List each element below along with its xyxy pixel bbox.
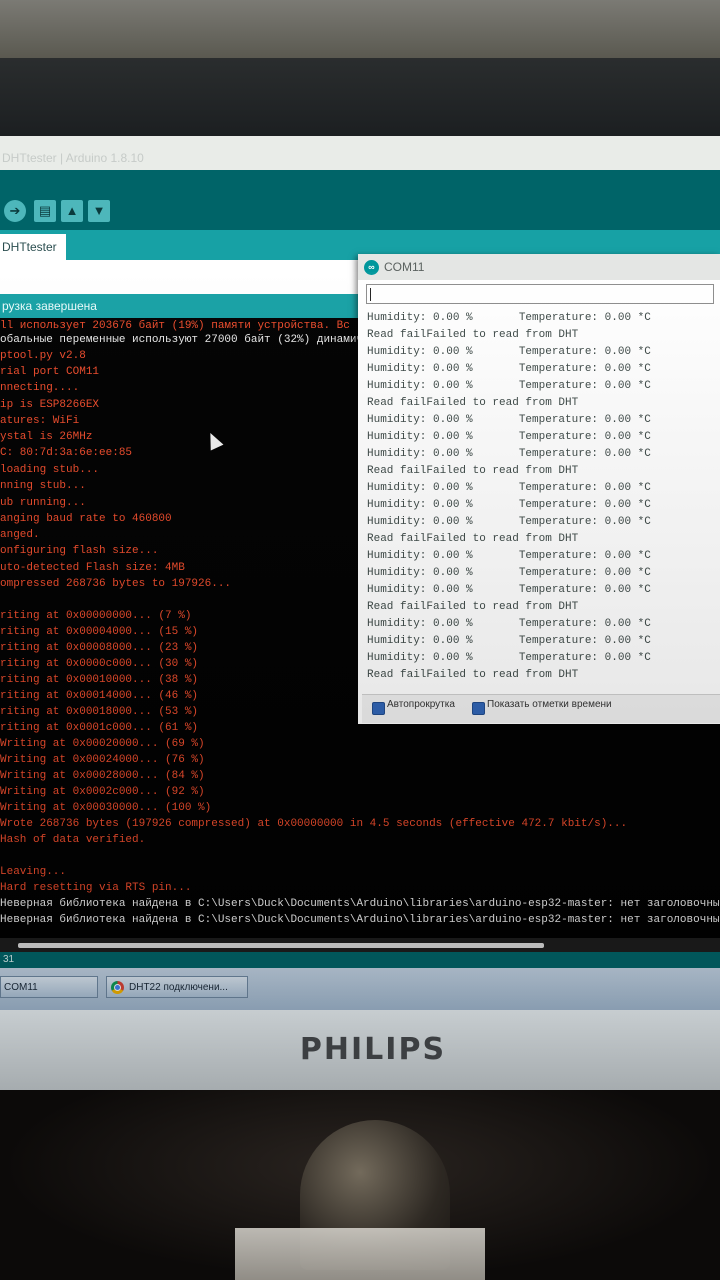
serial-line: Read failFailed to read from DHT [367,329,579,341]
console-line: ompressed 268736 bytes to 197926... [0,578,232,590]
serial-line: Humidity: 0.00 % Temperature: 0.00 *C [367,618,651,630]
console-line: ub running... [0,497,86,509]
document-icon: ▤ [38,203,52,218]
console-line: Writing at 0x00028000... (84 %) [0,770,205,782]
console-line: Hash of data verified. [0,834,146,846]
console-line: nning stub... [0,480,86,492]
serial-line: Humidity: 0.00 % Temperature: 0.00 *C [367,567,651,579]
console-line: riting at 0x0000c000... (30 %) [0,658,199,670]
upload-button[interactable]: ➔ [4,200,26,222]
wall-background [0,0,720,60]
serial-line: Humidity: 0.00 % Temperature: 0.00 *C [367,346,651,358]
monitor-brand-logo: PHILIPS [299,1032,447,1067]
console-line: ip is ESP8266EX [0,399,100,411]
console-line: Writing at 0x00030000... (100 %) [0,802,212,814]
console-line: ptool.py v2.8 [0,350,86,362]
serial-line: Humidity: 0.00 % Temperature: 0.00 *C [367,550,651,562]
console-line: anging baud rate to 460800 [0,513,172,525]
text-caret [370,288,371,301]
serial-line: Humidity: 0.00 % Temperature: 0.00 *C [367,380,651,392]
figurine-base [235,1228,485,1280]
console-line: обальные переменные используют 27000 бай… [0,334,383,346]
console-line: Leaving... [0,866,67,878]
monitor-bezel-top [0,58,720,136]
timestamps-label: Показать отметки времени [487,699,612,710]
serial-line: Read failFailed to read from DHT [367,601,579,613]
serial-line: Humidity: 0.00 % Temperature: 0.00 *C [367,652,651,664]
console-line: ystal is 26MHz [0,431,93,443]
new-sketch-button[interactable]: ▤ [34,200,56,222]
taskbar-item-chrome[interactable]: DHT22 подключени... [106,976,248,998]
scrollbar-thumb[interactable] [18,943,544,948]
console-line: C: 80:7d:3a:6e:ee:85 [0,447,133,459]
ide-toolbar: ➔ ▤ ▲ ▼ [0,192,720,230]
tab-dhttester[interactable]: DHTtester § [0,234,66,280]
console-line: riting at 0x00000000... (7 %) [0,610,192,622]
save-sketch-button[interactable]: ▼ [88,200,110,222]
serial-output[interactable]: Humidity: 0.00 % Temperature: 0.00 *C Re… [362,308,720,694]
console-line: Неверная библиотека найдена в C:\Users\D… [0,914,720,926]
serial-line: Humidity: 0.00 % Temperature: 0.00 *C [367,448,651,460]
serial-send-input[interactable] [366,284,714,304]
taskbar-item-label: DHT22 подключени... [129,982,228,993]
arrow-down-icon: ▼ [92,203,106,218]
console-line: Writing at 0x0002c000... (92 %) [0,786,205,798]
timestamps-checkbox[interactable] [472,702,485,715]
chrome-icon [111,981,124,994]
serial-line: Humidity: 0.00 % Temperature: 0.00 *C [367,499,651,511]
taskbar-item-com11[interactable]: COM11 [0,976,98,998]
console-line: loading stub... [0,464,100,476]
console-line: Writing at 0x00024000... (76 %) [0,754,205,766]
serial-line: Humidity: 0.00 % Temperature: 0.00 *C [367,312,651,324]
console-line: Wrote 268736 bytes (197926 compressed) a… [0,818,628,830]
console-line: Неверная библиотека найдена в C:\Users\D… [0,898,720,910]
serial-line: Read failFailed to read from DHT [367,669,579,681]
serial-line: Humidity: 0.00 % Temperature: 0.00 *C [367,414,651,426]
arrow-right-icon: ➔ [9,203,21,218]
console-line: riting at 0x00004000... (15 %) [0,626,199,638]
console-line: anged. [0,529,40,541]
serial-line: Read failFailed to read from DHT [367,397,579,409]
console-line: riting at 0x0001c000... (61 %) [0,722,199,734]
ide-menubar [0,170,720,192]
autoscroll-checkbox[interactable] [372,702,385,715]
console-line: onfiguring flash size... [0,545,159,557]
line-number-indicator: 31 [0,952,720,968]
console-line: riting at 0x00018000... (53 %) [0,706,199,718]
serial-monitor-title: COM11 [384,260,425,274]
taskbar-item-label: COM11 [4,982,38,993]
console-line: Hard resetting via RTS pin... [0,882,192,894]
ide-window-title: DHTtester | Arduino 1.8.10 [2,151,144,165]
serial-line: Humidity: 0.00 % Temperature: 0.00 *C [367,431,651,443]
monitor-screen: DHTtester | Arduino 1.8.10 ➔ ▤ ▲ ▼ DHTte… [0,136,720,1012]
serial-monitor-titlebar[interactable]: ∞ COM11 [358,254,720,280]
serial-line: Humidity: 0.00 % Temperature: 0.00 *C [367,516,651,528]
console-line: nnecting.... [0,382,80,394]
serial-line: Humidity: 0.00 % Temperature: 0.00 *C [367,584,651,596]
console-line: uto-detected Flash size: 4MB [0,562,185,574]
serial-line: Humidity: 0.00 % Temperature: 0.00 *C [367,363,651,375]
console-line: rial port COM11 [0,366,100,378]
serial-line: Read failFailed to read from DHT [367,533,579,545]
console-line: Writing at 0x00020000... (69 %) [0,738,205,750]
serial-line: Humidity: 0.00 % Temperature: 0.00 *C [367,482,651,494]
autoscroll-label: Автопрокрутка [387,699,455,710]
arduino-logo-icon: ∞ [364,260,379,275]
console-line: riting at 0x00008000... (23 %) [0,642,199,654]
open-sketch-button[interactable]: ▲ [61,200,83,222]
console-line: atures: WiFi [0,415,80,427]
console-line: riting at 0x00010000... (38 %) [0,674,199,686]
console-line: riting at 0x00014000... (46 %) [0,690,199,702]
windows-taskbar: COM11 DHT22 подключени... [0,968,720,1012]
serial-line: Humidity: 0.00 % Temperature: 0.00 *C [367,635,651,647]
serial-line: Read failFailed to read from DHT [367,465,579,477]
arrow-up-icon: ▲ [65,203,79,218]
